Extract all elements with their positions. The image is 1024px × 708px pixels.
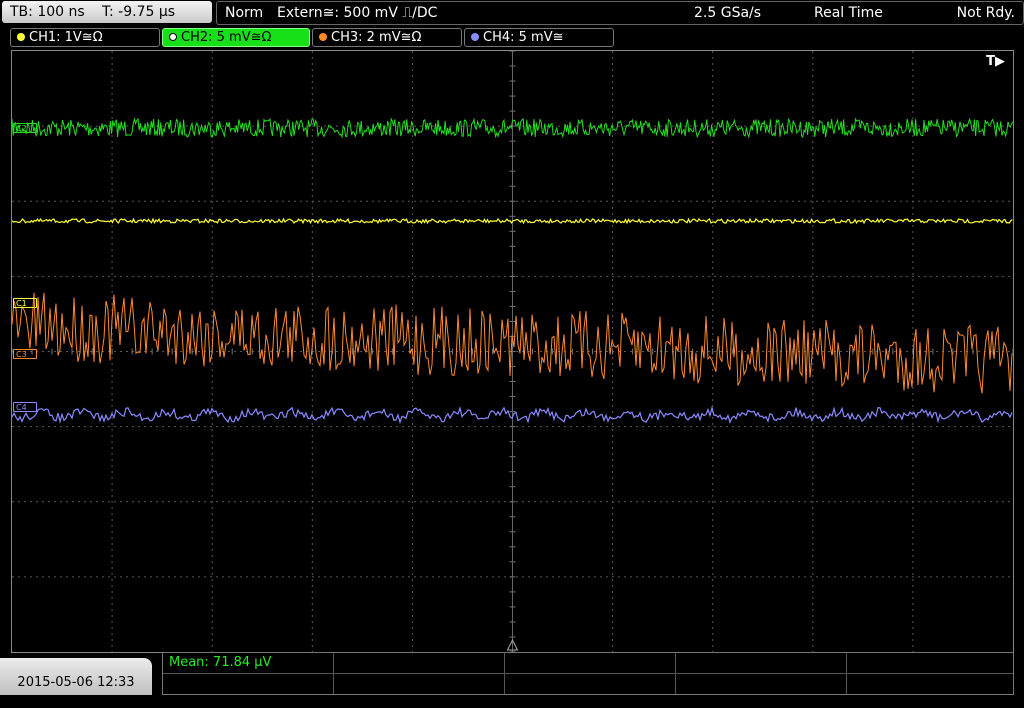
measurement-cell [163,674,334,694]
graticule [12,51,1013,652]
channel-1-label: CH1: 1V≅Ω [29,30,103,45]
channel-2-dot-icon [169,32,177,41]
acquisition-status-bar[interactable]: Norm Extern≅: 500 mV ⎍/DC 2.5 GSa/s Real… [216,1,1024,25]
channel-2-marker[interactable]: C2 [13,123,37,133]
channel-1-marker[interactable]: C1 [13,298,37,308]
channel-2-tab[interactable]: CH2: 5 mV≅Ω [162,28,310,47]
measurement-panel[interactable]: Mean: 71.84 µV [162,652,1014,695]
timebase-label: TB: 100 ns [10,4,85,20]
channel-4-marker[interactable]: C4 [13,402,37,412]
channel-1-tab[interactable]: CH1: 1V≅Ω [10,28,160,47]
ready-status: Not Rdy. [956,5,1015,21]
measurement-cell [334,653,505,674]
channel-4-dot-icon [471,32,479,41]
waveform-display[interactable]: T▶ C2 C1 C3 C4 [11,50,1014,653]
channel-4-tab[interactable]: CH4: 5 mV≅ [464,28,614,47]
timebase-box[interactable]: TB: 100 ns T: -9.75 µs [2,1,212,23]
measurement-cell [505,653,676,674]
trigger-time-label: T: -9.75 µs [102,4,176,20]
acquisition-mode: Real Time [814,5,883,21]
measurement-cell [676,674,847,694]
trigger-position-indicator: T▶ [986,54,1005,69]
trigger-source: Extern≅: 500 mV ⎍/DC [277,5,438,21]
channel-4-label: CH4: 5 mV≅ [483,30,564,45]
measurement-cell [676,653,847,674]
mean-measurement: Mean: 71.84 µV [169,655,272,670]
channel-3-marker[interactable]: C3 [13,349,37,359]
measurement-cell [334,674,505,694]
sample-rate: 2.5 GSa/s [694,5,762,21]
channel-3-tab[interactable]: CH3: 2 mV≅Ω [312,28,462,47]
channel-3-dot-icon [319,32,327,41]
trigger-mode: Norm [225,5,264,21]
measurement-cell [847,653,1013,674]
measurement-cell [505,674,676,694]
channel-1-dot-icon [17,32,25,41]
top-status-bar: TB: 100 ns T: -9.75 µs Norm Extern≅: 500… [0,0,1024,26]
date-time-display: 2015-05-06 12:33 [0,658,152,695]
date-time-label: 2015-05-06 12:33 [17,675,135,690]
measurement-cell: Mean: 71.84 µV [163,653,334,674]
channel-2-label: CH2: 5 mV≅Ω [181,30,272,45]
channel-3-label: CH3: 2 mV≅Ω [331,30,422,45]
